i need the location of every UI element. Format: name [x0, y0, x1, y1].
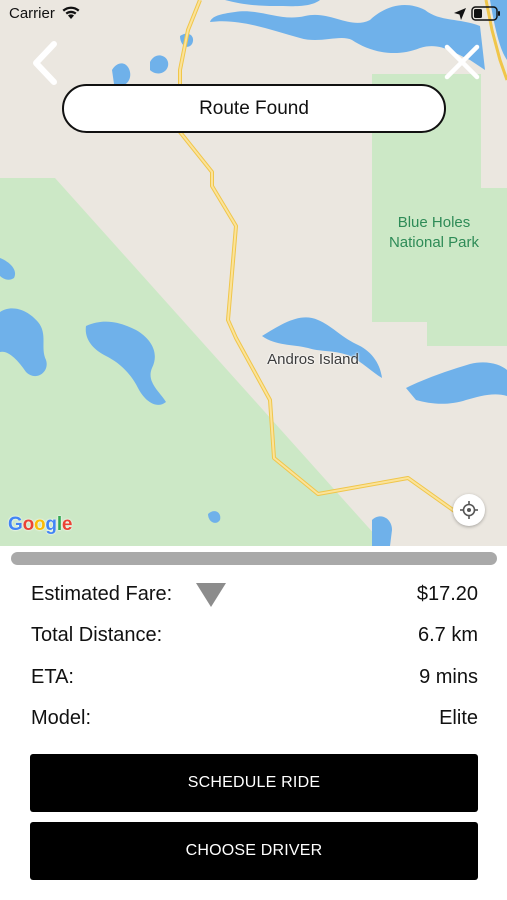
- google-logo-e: e: [61, 514, 73, 535]
- island-label: Andros Island: [267, 351, 359, 368]
- schedule-ride-button[interactable]: SCHEDULE RIDE: [30, 754, 478, 812]
- fare-label: Estimated Fare:: [31, 583, 173, 605]
- distance-label: Total Distance:: [31, 624, 163, 646]
- chevron-left-icon: [33, 41, 57, 85]
- google-logo-g2: g: [45, 514, 57, 535]
- distance-row: Total Distance: 6.7 km: [31, 620, 478, 650]
- google-logo-o1: o: [22, 514, 35, 535]
- sheet-drag-handle[interactable]: [11, 552, 497, 565]
- location-arrow-icon: [454, 8, 466, 20]
- fare-value: $17.20: [416, 583, 478, 605]
- google-logo-o2: o: [34, 514, 46, 535]
- triangle-down-icon[interactable]: [196, 583, 226, 607]
- lake-south: [372, 516, 392, 546]
- google-logo-g: G: [8, 514, 23, 535]
- crosshair-icon: [460, 501, 478, 519]
- battery-icon: [471, 6, 500, 21]
- model-label: Model:: [31, 707, 92, 729]
- route-status-banner: Route Found: [62, 84, 446, 133]
- park-label: Blue Holes National Park: [388, 214, 480, 251]
- eta-row: ETA: 9 mins: [31, 662, 478, 692]
- close-button[interactable]: [442, 42, 482, 82]
- wifi-icon: [62, 6, 80, 19]
- choose-driver-button[interactable]: CHOOSE DRIVER: [30, 822, 478, 880]
- model-row: Model: Elite: [31, 703, 478, 733]
- close-icon: [444, 44, 480, 80]
- model-value: Elite: [439, 707, 478, 729]
- my-location-button[interactable]: [453, 494, 485, 526]
- eta-value: 9 mins: [419, 666, 478, 688]
- status-bar: Carrier: [0, 0, 507, 28]
- map-view[interactable]: Blue Holes National Park Andros Island G…: [0, 0, 507, 546]
- distance-value: 6.7 km: [417, 624, 478, 646]
- map-background[interactable]: [0, 0, 507, 546]
- carrier-label: Carrier: [9, 5, 55, 22]
- back-button[interactable]: [28, 40, 64, 86]
- eta-label: ETA:: [31, 666, 74, 688]
- google-logo: Google: [8, 514, 72, 536]
- fare-row: Estimated Fare: $17.20: [31, 579, 478, 609]
